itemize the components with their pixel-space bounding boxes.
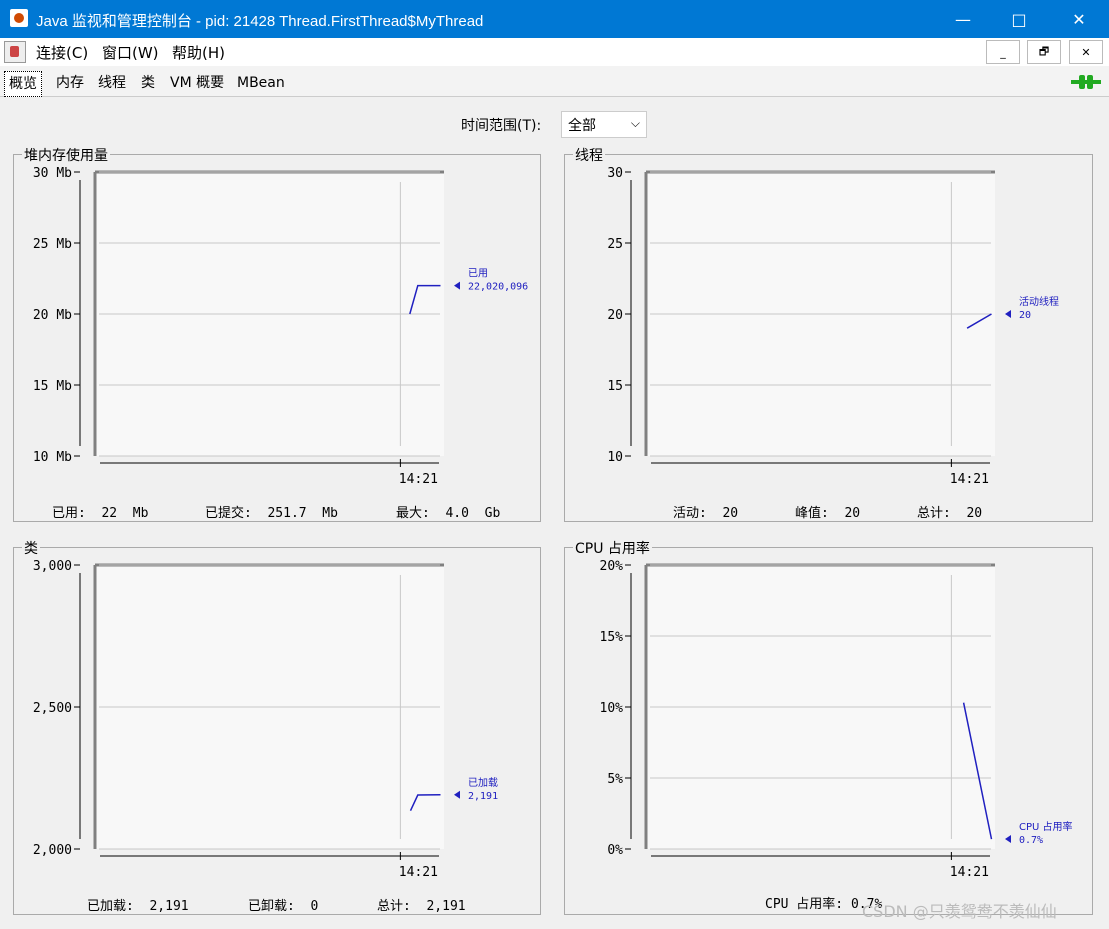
java-icon[interactable] — [4, 41, 26, 63]
classes-panel: 类 3,000 2,500 2,000 14:21 已加载 2,191 已加载: 2,19… — [13, 538, 541, 915]
java-app-icon — [10, 9, 28, 27]
threads-chart: 30 25 20 15 10 14:21 活动线程 20 — [607, 166, 1059, 487]
cpu-usage-panel: CPU 占用率 20% 15% 10% 5% 0% 14:21 CPU 占用率 0.7% CP… — [564, 538, 1093, 915]
heap-memory-chart: 30 Mb 25 Mb 20 Mb 15 Mb 10 Mb 14:21 已用 22,020,0… — [33, 166, 528, 487]
close-button[interactable]: ✕ — [1054, 0, 1104, 38]
legend-name: 已加载 — [468, 777, 498, 789]
x-tick-label: 14:21 — [950, 865, 989, 880]
legend-name: CPU 占用率 — [1019, 820, 1073, 833]
y-tick-label: 25 Mb — [33, 237, 72, 252]
y-tick-label: 10% — [600, 701, 624, 716]
tab-classes[interactable]: 类 — [137, 71, 159, 95]
menu-bar: 连接(C) 窗口(W) 帮助(H) _ 🗗 ✕ — [0, 38, 1109, 67]
y-tick-label: 20% — [600, 559, 624, 574]
tab-overview[interactable]: 概览 — [4, 71, 42, 97]
x-tick-label: 14:21 — [950, 472, 989, 487]
y-tick-label: 15% — [600, 630, 624, 645]
watermark: CSDN @只羡鸳鸯不羡仙仙 — [862, 902, 1057, 921]
chevron-down-icon: ⌵ — [630, 116, 640, 130]
x-tick-label: 14:21 — [399, 865, 438, 880]
stat-max: 最大: 4.0 Gb — [396, 506, 501, 521]
legend-name: 已用 — [468, 269, 488, 280]
threads-panel: 线程 30 25 20 15 10 14:21 活动线程 20 活动: 20 峰值: 20 总… — [564, 145, 1093, 522]
stat-committed: 已提交: 251.7 Mb — [205, 506, 338, 521]
stat-loaded: 已加载: 2,191 — [87, 899, 189, 914]
tab-vm-summary[interactable]: VM 概要 — [166, 71, 228, 95]
y-tick-label: 20 Mb — [33, 308, 72, 323]
tab-mbean[interactable]: MBean — [233, 71, 289, 95]
y-tick-label: 3,000 — [33, 559, 72, 574]
y-tick-label: 30 — [607, 166, 623, 181]
minimize-button[interactable]: — — [938, 0, 988, 38]
time-range-value: 全部 — [568, 118, 596, 134]
time-range-label: 时间范围(T): — [461, 118, 542, 134]
menu-window[interactable]: 窗口(W) — [102, 42, 159, 63]
y-tick-label: 25 — [607, 237, 623, 252]
stat-used: 已用: 22 Mb — [52, 506, 149, 521]
y-tick-label: 15 — [607, 379, 623, 394]
x-tick-label: 14:21 — [399, 472, 438, 487]
stat-peak: 峰值: 20 — [795, 506, 861, 521]
y-tick-label: 10 — [607, 450, 623, 465]
tab-bar: 概览 内存 线程 类 VM 概要 MBean — [0, 66, 1109, 97]
y-tick-label: 15 Mb — [33, 379, 72, 394]
y-tick-label: 2,500 — [33, 701, 72, 716]
tab-memory[interactable]: 内存 — [52, 71, 88, 95]
window-title: Java 监视和管理控制台 - pid: 21428 Thread.FirstT… — [36, 13, 484, 30]
legend-name: 活动线程 — [1019, 295, 1059, 308]
menu-help[interactable]: 帮助(H) — [172, 42, 225, 63]
legend-value: 2,191 — [468, 791, 498, 802]
maximize-button[interactable]: □ — [994, 0, 1044, 38]
time-range-select[interactable]: 全部 ⌵ — [561, 111, 647, 138]
stat-live: 活动: 20 — [673, 506, 739, 521]
title-bar: Java 监视和管理控制台 - pid: 21428 Thread.FirstT… — [0, 0, 1109, 38]
mdi-close-button[interactable]: ✕ — [1069, 40, 1103, 64]
cpu-usage-chart: 20% 15% 10% 5% 0% 14:21 CPU 占用率 0.7% — [600, 559, 1073, 880]
y-tick-label: 10 Mb — [33, 450, 72, 465]
stat-total-classes: 总计: 2,191 — [377, 899, 466, 914]
stat-total: 总计: 20 — [917, 506, 983, 521]
y-tick-label: 2,000 — [33, 843, 72, 858]
legend-value: 22,020,096 — [468, 282, 528, 293]
legend-marker — [454, 281, 460, 290]
connection-status-icon[interactable] — [1071, 75, 1101, 89]
y-tick-label: 30 Mb — [33, 166, 72, 181]
y-tick-label: 20 — [607, 308, 623, 323]
menu-connect[interactable]: 连接(C) — [36, 42, 88, 63]
legend-marker — [1005, 835, 1011, 844]
heap-memory-panel: 堆内存使用量 30 Mb 25 Mb 20 Mb 15 Mb 10 Mb 14:21 已用 2… — [13, 145, 541, 522]
y-tick-label: 5% — [607, 772, 623, 787]
tab-threads[interactable]: 线程 — [94, 71, 130, 95]
stat-unloaded: 已卸载: 0 — [248, 899, 319, 914]
classes-chart: 3,000 2,500 2,000 14:21 已加载 2,191 — [33, 559, 498, 880]
legend-marker — [1005, 310, 1011, 318]
mdi-restore-button[interactable]: 🗗 — [1027, 40, 1061, 64]
legend-value: 0.7% — [1019, 835, 1043, 846]
legend-value: 20 — [1019, 310, 1031, 321]
mdi-minimize-button[interactable]: _ — [986, 40, 1020, 64]
y-tick-label: 0% — [607, 843, 623, 858]
legend-marker — [454, 790, 460, 799]
